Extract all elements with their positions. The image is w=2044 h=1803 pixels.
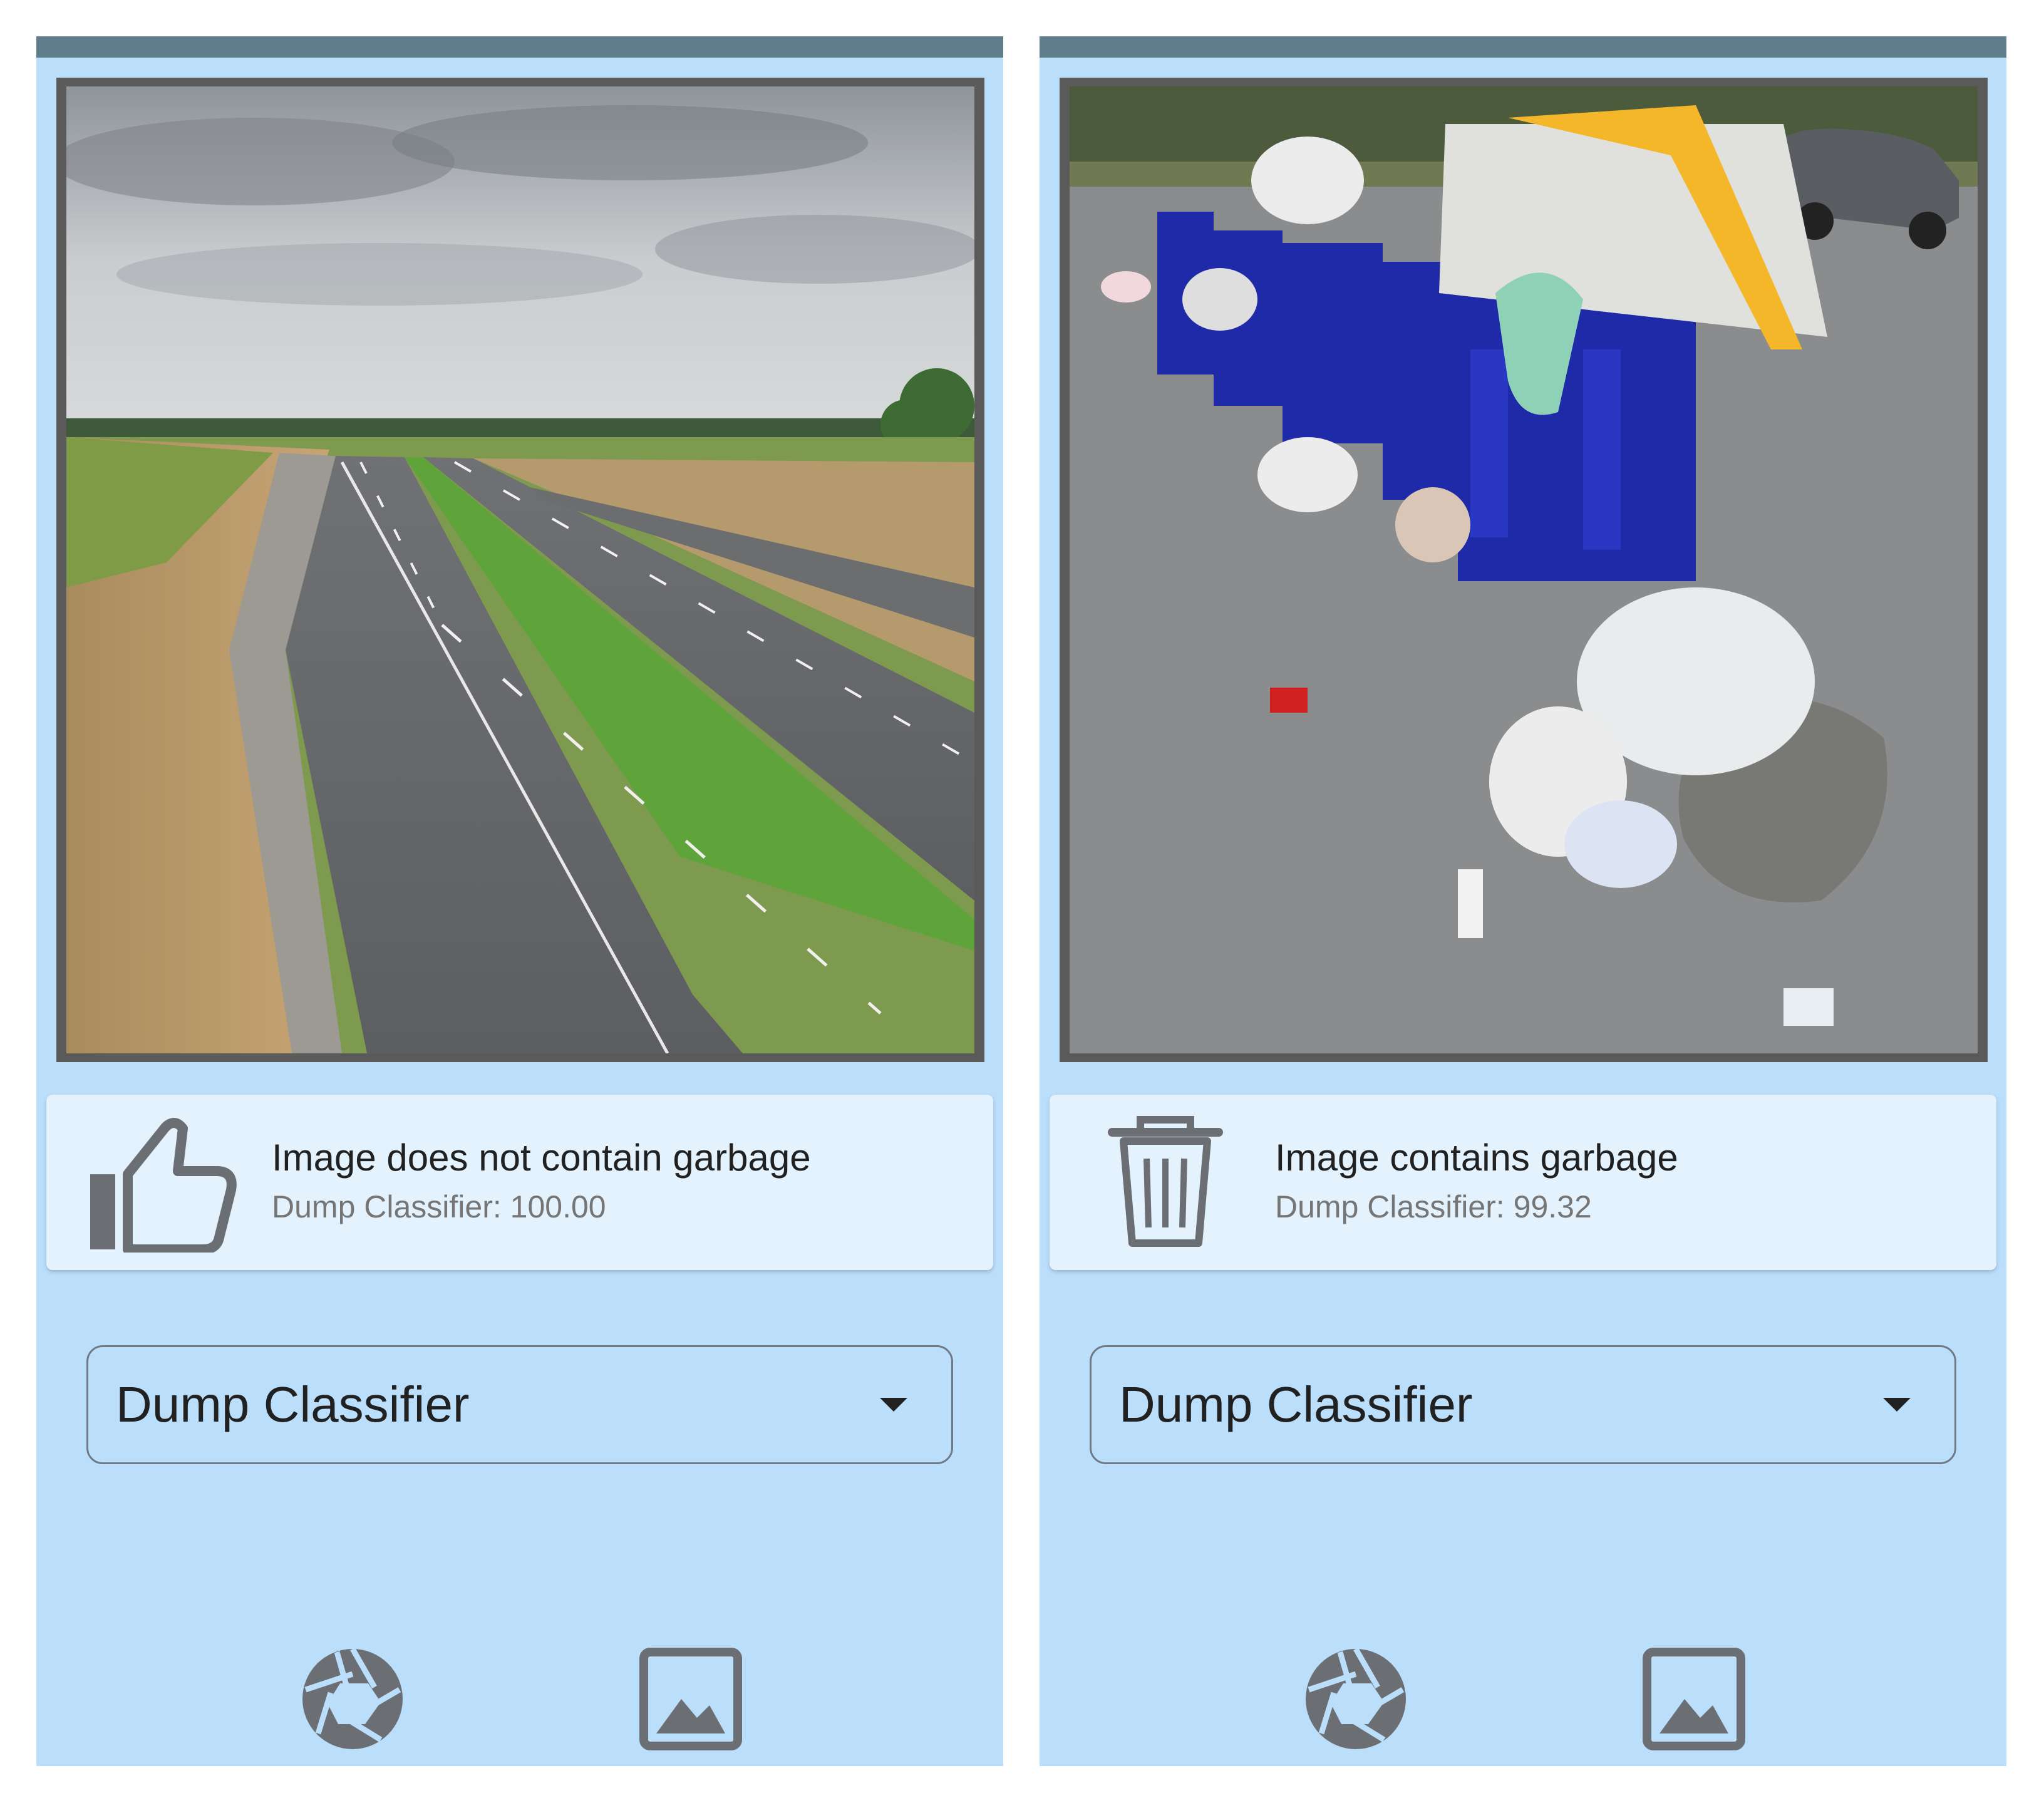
dropdown-selected-value: Dump Classifier [1119,1377,1473,1432]
result-confidence: Dump Classifier: 100.00 [272,1189,606,1224]
dropdown-selected-value: Dump Classifier [116,1377,470,1432]
result-title: Image does not contain garbage [272,1137,811,1179]
thumbs-up-icon [84,1115,240,1253]
app-screen-left: Image does not contain garbage Dump Clas… [36,36,1003,1766]
image-gallery-icon[interactable] [1641,1646,1747,1752]
app-screen-right: Image contains garbage Dump Classifier: … [1040,36,2006,1766]
image-gallery-icon[interactable] [637,1646,744,1752]
camera-shutter-icon[interactable] [299,1646,406,1752]
result-confidence: Dump Classifier: 99.32 [1275,1189,1592,1224]
classifier-dropdown[interactable]: Dump Classifier [1090,1345,1956,1464]
classification-result-card: Image does not contain garbage Dump Clas… [46,1095,993,1270]
classifier-dropdown[interactable]: Dump Classifier [86,1345,953,1464]
trash-icon [1087,1115,1244,1253]
classified-image-frame [56,78,984,1062]
status-bar [36,36,1003,58]
chevron-down-icon [880,1398,907,1412]
result-title: Image contains garbage [1275,1137,1678,1179]
highway-photo [66,86,974,1053]
chevron-down-icon [1883,1398,1911,1412]
status-bar [1040,36,2006,58]
classified-image-frame [1060,78,1988,1062]
camera-shutter-icon[interactable] [1303,1646,1409,1752]
garbage-photo [1070,86,1978,1053]
classification-result-card: Image contains garbage Dump Classifier: … [1050,1095,1996,1270]
